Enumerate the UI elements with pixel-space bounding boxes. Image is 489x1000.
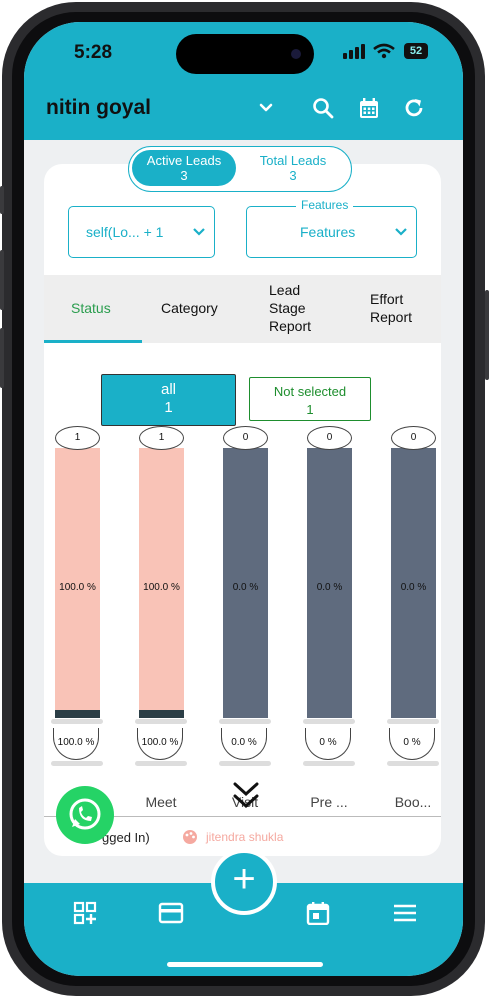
active-tab-indicator [44,340,142,343]
stage-name-label: Meet [145,794,177,810]
tab-category[interactable]: Category [161,299,218,317]
features-select[interactable]: Features Features [246,198,417,258]
stage-bar: 100.0 % [139,448,184,718]
chevron-down-icon[interactable] [252,94,280,122]
tab-effort-report[interactable]: Effort Report [370,290,430,326]
stage-count-pill: 0 [223,426,268,450]
all-filter-button[interactable]: all 1 [101,374,236,426]
whatsapp-icon [69,798,101,830]
calendar-icon[interactable] [305,901,331,925]
bar-baseline [135,761,187,766]
chevron-down-icon [395,228,407,236]
stage-percent-pill: 0 % [389,728,435,760]
refresh-icon[interactable] [400,94,428,122]
legend-user: jitendra shukla [206,830,284,844]
not-selected-label: Not selected [273,384,347,399]
calendar-icon[interactable] [355,94,383,122]
stage-name-label: Boo... [394,794,432,810]
lead-toggle: Active Leads 3 Total Leads 3 [128,146,352,192]
bar-baseline [303,719,355,724]
bar-base [55,710,100,718]
stage-bar-group[interactable]: 0.0 % 0 0 % [387,426,439,802]
whatsapp-button[interactable] [56,786,114,844]
not-selected-count: 1 [306,402,314,417]
stage-bar: 100.0 % [55,448,100,718]
battery-indicator: 52 [404,43,428,59]
stage-percent-pill: 100.0 % [137,728,183,760]
bar-base [139,710,184,718]
active-leads-count: 3 [180,168,188,183]
all-count: 1 [164,399,173,416]
bar-baseline [303,761,355,766]
wifi-icon [373,43,395,59]
total-leads-count: 3 [289,168,297,183]
status-bar: 5:28 52 [24,22,463,88]
stage-bar-group[interactable]: 100.0 % 1 100.0 % [51,426,103,802]
stage-count-pill: 1 [139,426,184,450]
bar-percent-label: 100.0 % [59,582,96,593]
user-filter-value: self(Lo... + 1 [86,224,164,240]
bar-baseline [219,761,271,766]
stage-bar-group[interactable]: 0.0 % 0 0.0 % [219,426,271,802]
tab-lead-stage-report[interactable]: Lead Stage Report [269,281,329,335]
stage-name-label: Pre ... [310,794,348,810]
mute-button [0,186,4,214]
bar-percent-label: 0.0 % [400,582,427,593]
bar-baseline [51,761,103,766]
bar-baseline [51,719,103,724]
screen: 5:28 52 nitin goyal self(Lo... + 1 Featu… [24,22,463,976]
stage-count-pill: 0 [307,426,352,450]
stage-bar: 0.0 % [223,448,268,718]
stage-percent-pill: 0 % [305,728,351,760]
bar-baseline [387,719,439,724]
stage-count-pill: 0 [391,426,436,450]
total-leads-tab[interactable]: Total Leads 3 [241,150,345,186]
signal-icon [343,53,347,59]
stage-bar-group[interactable]: 0.0 % 0 0 % [303,426,355,802]
stage-bar: 0.0 % [307,448,352,718]
add-grid-icon[interactable] [72,901,98,925]
active-leads-tab[interactable]: Active Leads 3 [132,150,236,186]
search-icon[interactable] [309,94,337,122]
app-bar: nitin goyal [24,88,463,140]
bar-percent-label: 0.0 % [232,582,259,593]
camera-dot [291,49,301,59]
features-value: Features [300,224,356,240]
stage-count-pill: 1 [55,426,100,450]
bar-baseline [219,719,271,724]
features-legend: Features [296,198,354,212]
bar-percent-label: 100.0 % [143,582,180,593]
not-selected-filter-button[interactable]: Not selected 1 [249,377,371,421]
volume-down-button [0,328,4,388]
dashboard-card: self(Lo... + 1 Features Features Status … [44,164,441,856]
add-icon[interactable]: + [211,849,277,915]
scroll-down-icon[interactable] [230,778,262,814]
tab-status[interactable]: Status [71,299,111,317]
all-label: all [160,381,176,398]
stage-percent-pill: 100.0 % [53,728,99,760]
chevron-down-icon [193,228,205,236]
active-leads-label: Active Leads [146,153,222,168]
stage-bar: 0.0 % [391,448,436,718]
user-name-title: nitin goyal [46,96,151,119]
bar-baseline [135,719,187,724]
power-button [485,290,489,380]
stage-bar-group[interactable]: 100.0 % 1 100.0 % [135,426,187,802]
menu-icon[interactable] [392,901,418,925]
stage-percent-pill: 0.0 % [221,728,267,760]
total-leads-label: Total Leads [259,153,327,168]
card-icon[interactable] [158,901,184,925]
palette-icon [183,830,197,844]
report-tabs: Status Category Lead Stage Report Effort… [44,275,441,343]
bar-percent-label: 0.0 % [316,582,343,593]
status-time: 5:28 [74,42,113,63]
user-filter-select[interactable]: self(Lo... + 1 [68,206,215,258]
volume-up-button [0,250,4,310]
bar-baseline [387,761,439,766]
home-indicator [167,962,323,967]
